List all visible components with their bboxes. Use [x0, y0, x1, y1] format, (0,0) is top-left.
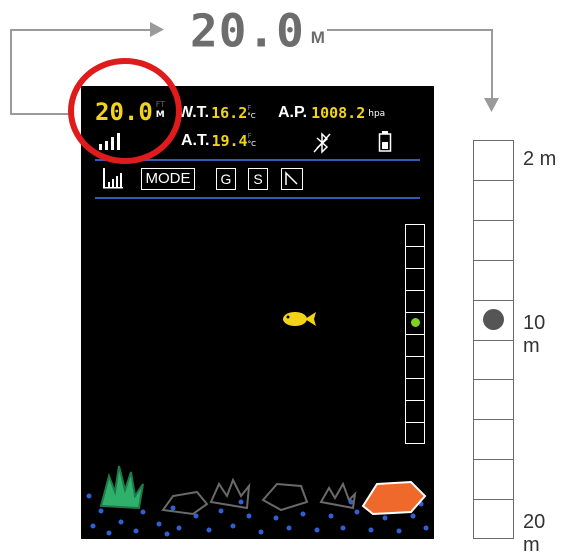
air-pressure-value: 1008.2: [311, 104, 366, 122]
s-button[interactable]: S: [248, 168, 268, 190]
water-temp-unit-f: F: [247, 104, 252, 112]
depth-bar-cell-divider: [406, 290, 424, 292]
scale-label-10m: 10 m: [523, 312, 546, 357]
air-temp-display: A.T. 19.4 F °C: [181, 132, 256, 150]
signal-small-icon: [103, 168, 123, 189]
connector-left-top: [10, 29, 155, 31]
scale-label-20m: 20 m: [523, 511, 546, 556]
bluetooth-off-icon: [313, 132, 331, 154]
depth-scale: [473, 140, 514, 539]
separator-bottom: [95, 197, 420, 199]
range-button[interactable]: [281, 168, 303, 190]
air-temp-unit-f: F: [247, 132, 252, 140]
depth-bar-cell-divider: [406, 422, 424, 424]
air-temp-unit-c: °C: [247, 140, 256, 148]
scale-label-2m: 2 m: [523, 148, 557, 170]
air-temp-value: 19.4: [211, 132, 248, 150]
depth-bar-marker: [411, 318, 420, 327]
connector-right-top: [327, 29, 492, 31]
top-depth-readout: 20.0 M: [190, 8, 325, 54]
depth-bar-cell-divider: [406, 400, 424, 402]
depth-bar-cell-divider: [406, 334, 424, 336]
connector-left-vertical: [10, 29, 12, 114]
depth-bar-cell-divider: [406, 268, 424, 270]
air-temp-units: F °C: [248, 132, 256, 148]
water-temp-unit-c: °C: [247, 112, 256, 120]
depth-scale-marker: [483, 309, 504, 331]
air-pressure-display: A.P. 1008.2 hpa: [278, 104, 385, 122]
water-temp-display: W.T. 16.2 F °C: [178, 104, 256, 122]
mode-button[interactable]: MODE: [141, 168, 195, 190]
g-button[interactable]: G: [216, 168, 236, 190]
depth-bar-cell-divider: [406, 378, 424, 380]
water-temp-units: F °C: [247, 104, 255, 120]
air-pressure-unit: hpa: [368, 109, 386, 119]
connector-left-bottom: [10, 113, 70, 115]
arrow-down-icon: [484, 98, 499, 112]
top-depth-value: 20.0: [190, 4, 305, 58]
fish-icon: [283, 312, 316, 326]
air-pressure-label: A.P.: [278, 104, 308, 121]
top-depth-unit: M: [310, 28, 325, 47]
depth-bar: [405, 224, 425, 444]
highlight-circle: [68, 58, 182, 164]
battery-icon: [378, 131, 392, 152]
depth-bar-cell-divider: [406, 246, 424, 248]
seabed-decoration: [86, 465, 429, 537]
air-temp-label: A.T.: [181, 132, 210, 149]
range-curve-icon: [285, 171, 298, 185]
water-temp-label: W.T.: [178, 104, 210, 121]
depth-bar-cell-divider: [406, 312, 424, 314]
arrow-right-icon: [150, 22, 164, 37]
depth-bar-cell-divider: [406, 356, 424, 358]
water-temp-value: 16.2: [211, 104, 248, 122]
connector-right-vertical: [491, 29, 493, 99]
